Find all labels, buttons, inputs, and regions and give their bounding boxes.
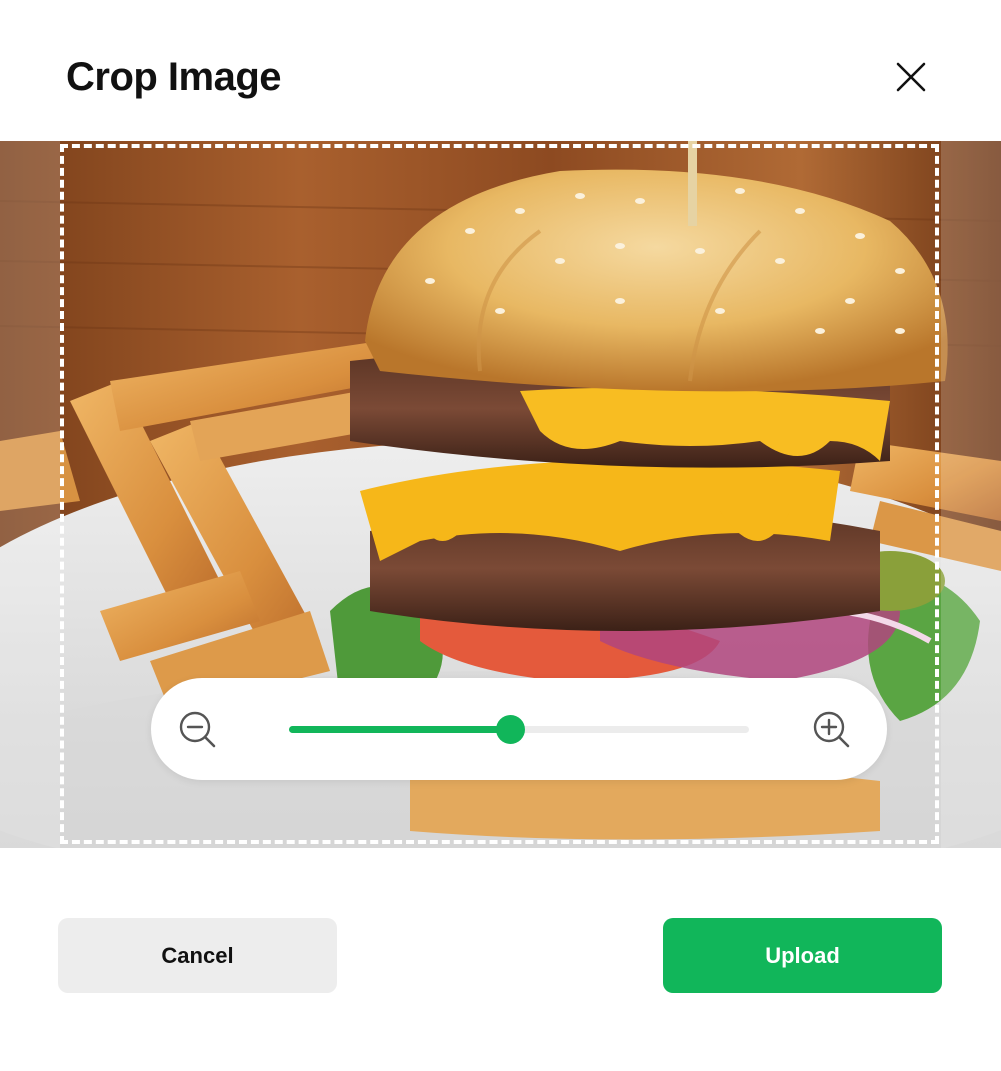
zoom-slider[interactable]: [289, 715, 749, 744]
dialog-title: Crop Image: [66, 55, 282, 99]
zoom-out-icon: [179, 711, 216, 748]
zoom-control: [151, 678, 887, 780]
close-button[interactable]: [890, 56, 932, 98]
zoom-slider-fill: [289, 726, 510, 733]
crop-image-dialog: Crop Image Cancel Upload: [0, 0, 1001, 1071]
upload-button[interactable]: Upload: [663, 918, 942, 993]
close-icon: [896, 62, 926, 92]
zoom-in-button[interactable]: [813, 711, 851, 749]
zoom-slider-thumb[interactable]: [495, 715, 525, 744]
zoom-out-button[interactable]: [179, 711, 217, 749]
crop-mask-left: [0, 141, 60, 848]
zoom-in-icon: [813, 711, 850, 748]
crop-canvas[interactable]: [0, 141, 1001, 848]
crop-mask-right: [941, 141, 1001, 848]
cancel-button[interactable]: Cancel: [58, 918, 337, 993]
